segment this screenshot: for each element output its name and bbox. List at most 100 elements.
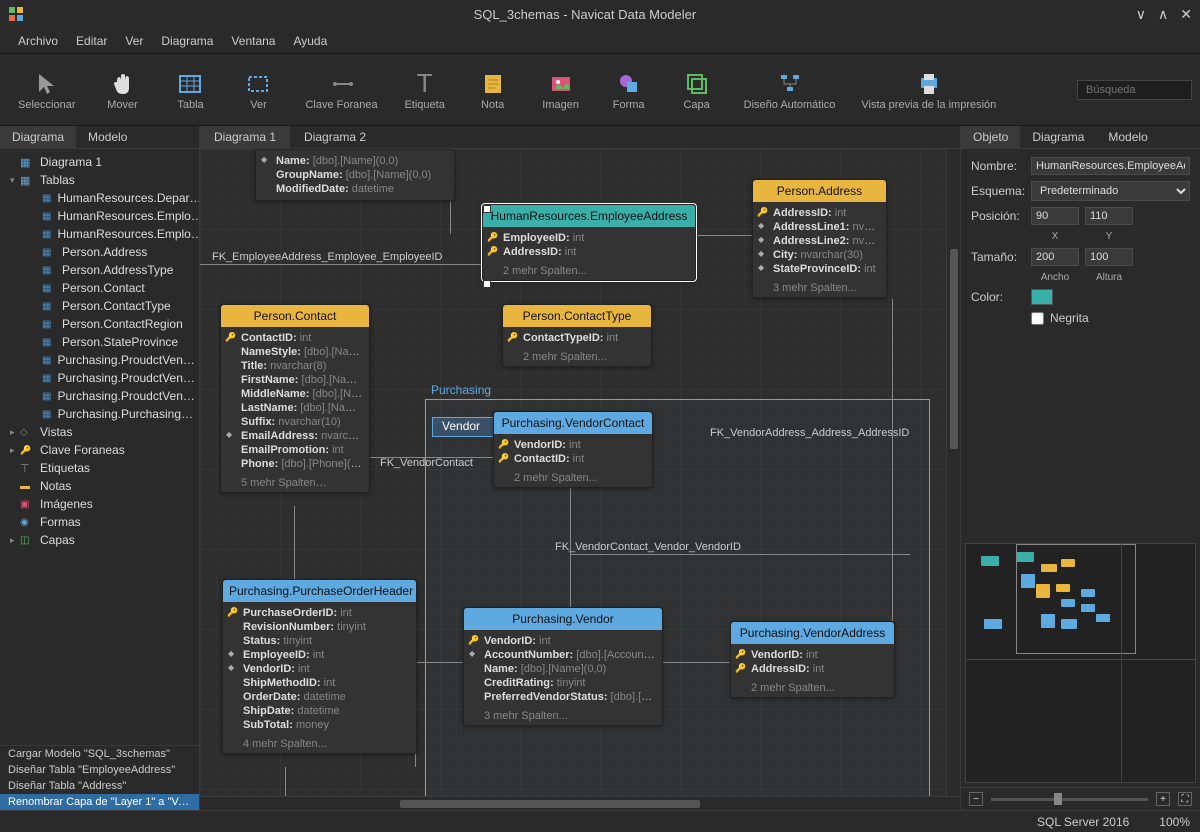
zoom-out-button[interactable]: −	[969, 792, 983, 806]
tree-table-item[interactable]: Purchasing.Purchasing…	[0, 405, 199, 423]
prop-negrita-label: Negrita	[1050, 311, 1089, 325]
prop-esquema-select[interactable]: Predeterminado	[1031, 181, 1190, 201]
foreign-key-icon	[330, 69, 354, 99]
history-item[interactable]: Diseñar Tabla "Address"	[0, 778, 199, 794]
tree-table-item[interactable]: Person.ContactType	[0, 297, 199, 315]
tree-table-item[interactable]: Person.StateProvince	[0, 333, 199, 351]
tree-table-item[interactable]: HumanResources.Depar…	[0, 189, 199, 207]
entity-vendor[interactable]: Purchasing.Vendor 🔑VendorID: int◆Account…	[463, 607, 663, 726]
tree-capas[interactable]: ▸Capas	[0, 531, 199, 549]
tree-tables-folder[interactable]: ▾Tablas	[0, 171, 199, 189]
entity-field: ◆StateProvinceID: int	[753, 262, 886, 276]
prop-tam-w[interactable]	[1031, 248, 1079, 266]
tree-table-item[interactable]: Purchasing.ProudctVen…	[0, 369, 199, 387]
canvas-tab-1[interactable]: Diagrama 1	[200, 126, 290, 148]
tab-modelo[interactable]: Modelo	[1096, 126, 1159, 148]
scrollbar-thumb[interactable]	[950, 249, 958, 449]
entity-header: Person.Address	[753, 180, 886, 202]
scrollbar-thumb[interactable]	[400, 800, 700, 808]
menu-diagrama[interactable]: Diagrama	[153, 31, 221, 51]
prop-pos-x[interactable]	[1031, 207, 1079, 225]
tool-clave-foranea[interactable]: Clave Foranea	[295, 65, 387, 115]
object-tree: Diagrama 1 ▾Tablas HumanResources.Depar……	[0, 149, 199, 745]
tool-mover[interactable]: Mover	[91, 65, 153, 115]
prop-tam-h[interactable]	[1085, 248, 1133, 266]
tool-seleccionar[interactable]: Seleccionar	[8, 65, 85, 115]
minimap[interactable]	[965, 543, 1196, 783]
close-button[interactable]: ✕	[1180, 6, 1192, 23]
tree-table-item[interactable]: HumanResources.Emplo…	[0, 225, 199, 243]
tool-capa[interactable]: Capa	[666, 65, 728, 115]
minimize-button[interactable]: ∨	[1136, 6, 1146, 23]
history-item[interactable]: Diseñar Tabla "EmployeeAddress"	[0, 762, 199, 778]
entity-person-address[interactable]: Person.Address 🔑AddressID: int◆AddressLi…	[752, 179, 887, 298]
tree-table-item[interactable]: HumanResources.Emplo…	[0, 207, 199, 225]
prop-negrita-checkbox[interactable]	[1031, 312, 1044, 325]
tree-table-item[interactable]: Purchasing.ProudctVen…	[0, 387, 199, 405]
canvas[interactable]: Purchasing Vendor FK_EmployeeAddress_Emp…	[200, 149, 960, 810]
right-panel-tabs: Objeto Diagrama Modelo	[961, 126, 1200, 149]
entity-vendoraddress[interactable]: Purchasing.VendorAddress 🔑VendorID: int🔑…	[730, 621, 895, 698]
entity-vendorcontact[interactable]: Purchasing.VendorContact 🔑VendorID: int🔑…	[493, 411, 653, 488]
canvas-tab-2[interactable]: Diagrama 2	[290, 126, 380, 148]
tool-etiqueta[interactable]: TEtiqueta	[394, 65, 456, 115]
entity-header: Purchasing.VendorAddress	[731, 622, 894, 644]
tool-imagen[interactable]: Imagen	[530, 65, 592, 115]
tree-diagram[interactable]: Diagrama 1	[0, 153, 199, 171]
history-item-selected[interactable]: Renombrar Capa de "Layer 1" a "Ve…	[0, 794, 199, 810]
tool-ver[interactable]: Ver	[227, 65, 289, 115]
status-db: SQL Server 2016	[1037, 815, 1129, 829]
prop-pos-y[interactable]	[1085, 207, 1133, 225]
tool-tabla[interactable]: Tabla	[159, 65, 221, 115]
menu-archivo[interactable]: Archivo	[10, 31, 66, 51]
menu-editar[interactable]: Editar	[68, 31, 115, 51]
scrollbar-vertical[interactable]	[946, 149, 960, 796]
tab-diagrama[interactable]: Diagrama	[0, 126, 76, 148]
entity-field: ◆EmailAddress: nvarchar(50)	[221, 429, 369, 443]
tree-formas[interactable]: Formas	[0, 513, 199, 531]
entity-person-contacttype[interactable]: Person.ContactType 🔑ContactTypeID: int 2…	[502, 304, 652, 367]
entity-field: ModifiedDate: datetime	[256, 182, 454, 196]
tool-diseno-automatico[interactable]: Diseño Automático	[734, 65, 846, 115]
entity-truncated[interactable]: ◆Name: [dbo].[Name](0,0)GroupName: [dbo]…	[255, 149, 455, 201]
menu-ventana[interactable]: Ventana	[223, 31, 283, 51]
zoom-fit-button[interactable]: ⛶	[1178, 792, 1192, 806]
canvas-viewport[interactable]: Purchasing Vendor FK_EmployeeAddress_Emp…	[200, 149, 960, 810]
tool-vista-previa[interactable]: Vista previa de la impresión	[851, 65, 1006, 115]
tree-etiquetas[interactable]: Etiquetas	[0, 459, 199, 477]
tree-table-item[interactable]: Person.AddressType	[0, 261, 199, 279]
tree-table-item[interactable]: Person.Address	[0, 243, 199, 261]
table-icon	[42, 372, 51, 384]
entity-field: 🔑ContactID: int	[221, 331, 369, 345]
entity-employeeaddress[interactable]: HumanResources.EmployeeAddress 🔑Employee…	[482, 204, 696, 281]
tree-table-item[interactable]: Person.ContactRegion	[0, 315, 199, 333]
zoom-in-button[interactable]: +	[1156, 792, 1170, 806]
tab-diagrama[interactable]: Diagrama	[1020, 126, 1096, 148]
tree-vistas[interactable]: ▸Vistas	[0, 423, 199, 441]
tree-table-item[interactable]: Purchasing.ProudctVen…	[0, 351, 199, 369]
tree-imagenes[interactable]: Imágenes	[0, 495, 199, 513]
prop-nombre-input[interactable]	[1031, 157, 1190, 175]
zoom-knob[interactable]	[1054, 793, 1062, 805]
scrollbar-horizontal[interactable]	[200, 796, 960, 810]
entity-purchaseorderheader[interactable]: Purchasing.PurchaseOrderHeader 🔑Purchase…	[222, 579, 417, 754]
tree-table-item[interactable]: Person.Contact	[0, 279, 199, 297]
entity-field: Status: tinyint	[223, 634, 416, 648]
entity-person-contact[interactable]: Person.Contact 🔑ContactID: intNameStyle:…	[220, 304, 370, 493]
tool-forma[interactable]: Forma	[598, 65, 660, 115]
menu-ayuda[interactable]: Ayuda	[285, 31, 335, 51]
zoom-slider[interactable]	[991, 798, 1148, 801]
tool-nota[interactable]: Nota	[462, 65, 524, 115]
tool-label: Diseño Automático	[744, 99, 836, 111]
menu-ver[interactable]: Ver	[117, 31, 151, 51]
tree-clave-foraneas[interactable]: ▸Clave Foraneas	[0, 441, 199, 459]
search-input[interactable]	[1077, 80, 1192, 100]
maximize-button[interactable]: ∧	[1158, 6, 1168, 23]
tab-objeto[interactable]: Objeto	[961, 126, 1020, 148]
image-icon	[20, 498, 34, 510]
tab-modelo[interactable]: Modelo	[76, 126, 139, 148]
table-icon	[42, 390, 51, 402]
color-swatch[interactable]	[1031, 289, 1053, 305]
history-item[interactable]: Cargar Modelo "SQL_3schemas"	[0, 746, 199, 762]
tree-notas[interactable]: Notas	[0, 477, 199, 495]
